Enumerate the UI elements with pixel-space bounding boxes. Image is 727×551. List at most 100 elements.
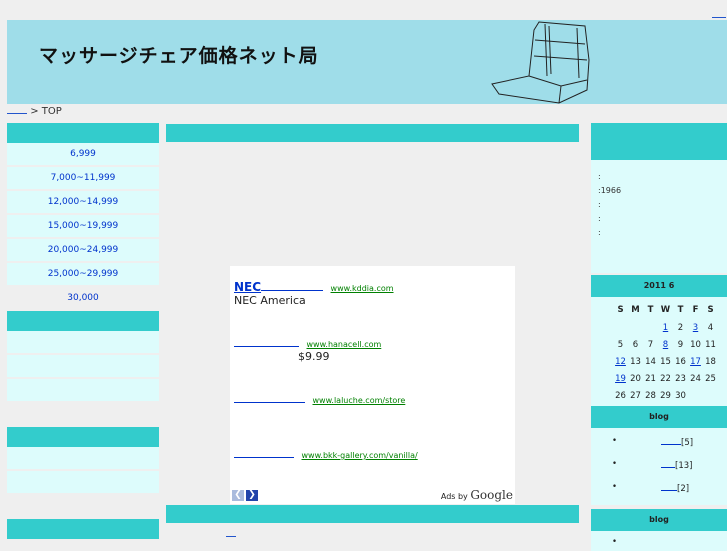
blog-link[interactable]: [661, 459, 675, 468]
content-link[interactable]: [226, 528, 236, 537]
bullet-icon: •: [612, 537, 618, 547]
ad-3[interactable]: www.laluche.com/store: [234, 392, 405, 406]
price-link-6[interactable]: 25,000~29,999: [7, 263, 159, 287]
ad-url[interactable]: www.laluche.com/store: [313, 396, 406, 405]
ad-description: NEC America: [234, 294, 306, 307]
profile-line: :: [598, 214, 601, 223]
calendar-weekday: F: [692, 304, 699, 315]
price-link-3[interactable]: 12,000~14,999: [7, 191, 159, 215]
price-link-2[interactable]: 7,000~11,999: [7, 167, 159, 191]
calendar-day: 2: [677, 322, 684, 333]
left-menu-header: [7, 123, 159, 143]
profile-line: :1966: [598, 186, 622, 195]
ad-url[interactable]: www.kddia.com: [331, 284, 394, 293]
ad-title[interactable]: [234, 447, 294, 458]
ads-by-google[interactable]: Ads by Google: [441, 488, 513, 502]
calendar-day: 7: [647, 339, 654, 350]
calendar-day: [613, 319, 628, 336]
price-link-7[interactable]: 30,000: [7, 287, 159, 311]
calendar-day: 14: [645, 356, 656, 367]
calendar-table: S M T W T F S 1 2 3 4 5 6 7 8 9 10 11 12 13 14 15 16 17 18 19 20 21…: [613, 300, 718, 404]
list-item[interactable]: • [5]: [591, 430, 727, 453]
right-sidebar: : :1966 : : : 2011 6 S M T W T F S 1 2 3 4 5 6 7 8 9 10 1…: [591, 123, 727, 551]
bullet-icon: •: [612, 436, 618, 446]
calendar-day: 25: [705, 373, 716, 384]
blog-header-2: blog: [591, 509, 727, 531]
calendar-day-link[interactable]: 12: [613, 353, 628, 370]
price-link-1[interactable]: 6,999: [7, 143, 159, 167]
calendar-day: [643, 319, 658, 336]
list-item[interactable]: [7, 331, 159, 355]
main-title-bar: [166, 124, 579, 142]
profile-line: :: [598, 200, 601, 209]
bullet-icon: •: [612, 459, 618, 469]
calendar-day: 21: [645, 373, 656, 384]
calendar-weekday: T: [647, 304, 654, 315]
site-header: マッサージチェア価格ネット局: [7, 20, 727, 104]
blog-header: blog: [591, 406, 727, 428]
calendar-day: 18: [705, 356, 716, 367]
calendar-weekday: T: [677, 304, 684, 315]
ad-title[interactable]: [234, 392, 305, 403]
calendar-day-link[interactable]: 19: [613, 370, 628, 387]
ad-url[interactable]: www.bkk-gallery.com/vanilla/: [302, 451, 418, 460]
ad-title-underline[interactable]: [261, 280, 324, 291]
list-item[interactable]: [7, 447, 159, 471]
calendar-day: 22: [660, 373, 671, 384]
ad-title[interactable]: NEC: [234, 280, 261, 294]
price-link-4[interactable]: 15,000~19,999: [7, 215, 159, 239]
calendar-day: [628, 319, 643, 336]
calendar-weekday: W: [660, 304, 671, 315]
top-link[interactable]: [712, 9, 726, 18]
calendar-day-link[interactable]: 1: [658, 319, 673, 336]
calendar-weekday: S: [617, 304, 624, 315]
price-link-5[interactable]: 20,000~24,999: [7, 239, 159, 263]
blog-count: [13]: [675, 461, 693, 471]
calendar-weekday: S: [707, 304, 714, 315]
ad-nav: ❮ ❯: [232, 482, 260, 501]
left-section2-header: [7, 311, 159, 331]
calendar-day-link[interactable]: 8: [658, 336, 673, 353]
calendar-day-link[interactable]: 17: [688, 353, 703, 370]
calendar-day: 23: [675, 373, 686, 384]
ad-2[interactable]: www.hanacell.com $9.99: [234, 336, 381, 363]
ad-4[interactable]: www.bkk-gallery.com/vanilla/: [234, 447, 418, 461]
massage-chair-icon: [491, 21, 590, 104]
left-sidebar: 6,999 7,000~11,999 12,000~14,999 15,000~…: [7, 123, 159, 539]
ad-url[interactable]: www.hanacell.com: [307, 340, 382, 349]
left-section4-header: [7, 519, 159, 539]
list-item[interactable]: [7, 495, 159, 519]
breadcrumb-home-link[interactable]: [7, 105, 27, 114]
ad-1[interactable]: NEC www.kddia.com NEC America: [234, 280, 394, 307]
site-title[interactable]: マッサージチェア価格ネット局: [39, 41, 319, 68]
ads-by-label: Ads by: [440, 492, 468, 501]
list-item[interactable]: [7, 403, 159, 427]
calendar-day: 6: [632, 339, 639, 350]
left-section3-header: [7, 427, 159, 447]
calendar-weekday: M: [631, 304, 640, 315]
list-item[interactable]: [7, 355, 159, 379]
list-item[interactable]: [7, 471, 159, 495]
blog-count: [5]: [681, 438, 694, 448]
calendar-title: 2011 6: [591, 275, 727, 297]
list-item[interactable]: • [2]: [591, 476, 727, 499]
blog-link[interactable]: [661, 482, 677, 491]
ad-prev-icon[interactable]: ❮: [232, 490, 244, 501]
calendar-day-link[interactable]: 3: [688, 319, 703, 336]
ad-title[interactable]: [234, 336, 299, 347]
calendar-day: 16: [675, 356, 686, 367]
calendar-day: 4: [707, 322, 714, 333]
blog-link[interactable]: [661, 436, 681, 445]
list-item[interactable]: [7, 379, 159, 403]
profile-box: : :1966 : : :: [591, 160, 727, 273]
profile-line: :: [598, 172, 601, 181]
calendar-day: 30: [675, 390, 686, 401]
ad-next-icon[interactable]: ❯: [246, 490, 258, 501]
list-item[interactable]: • [13]: [591, 453, 727, 476]
blog-list: • [5] • [13] • [2]: [591, 428, 727, 505]
profile-header: [591, 123, 727, 160]
calendar-day: 9: [677, 339, 684, 350]
calendar-day: 5: [617, 339, 624, 350]
ad-description: $9.99: [298, 350, 330, 363]
calendar: S M T W T F S 1 2 3 4 5 6 7 8 9 10 11 12 13 14 15 16 17 18 19 20 21…: [591, 297, 727, 406]
